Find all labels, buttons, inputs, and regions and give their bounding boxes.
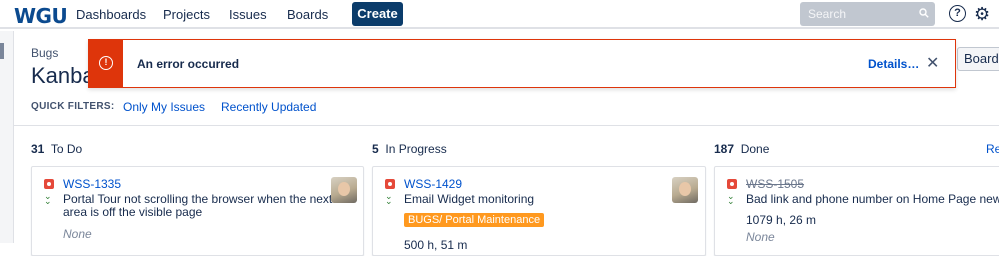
nav-projects[interactable]: Projects xyxy=(163,7,210,22)
estimate: 500 h, 51 m xyxy=(404,238,468,252)
top-nav: WGU Dashboards Projects Issues Boards Cr… xyxy=(0,0,999,29)
priority-low-icon: ⌄ ⌄ xyxy=(44,191,52,206)
nav-issues[interactable]: Issues xyxy=(229,7,267,22)
board-menu-button[interactable]: Board xyxy=(957,47,999,71)
column-header-todo: 31 To Do xyxy=(31,142,82,156)
logo[interactable]: WGU xyxy=(14,4,68,28)
issue-summary: Bad link and phone number on Home Page n… xyxy=(746,192,999,206)
quick-filters-label: QUICK FILTERS: xyxy=(31,101,115,112)
summary-line: area is off the visible page xyxy=(63,205,203,219)
column-count: 5 xyxy=(372,142,379,156)
error-flag-bar: ! xyxy=(89,40,123,87)
gear-icon[interactable]: ⚙ xyxy=(974,4,990,25)
estimate: 1079 h, 26 m xyxy=(746,213,817,227)
bug-icon xyxy=(385,179,395,189)
column-name: To Do xyxy=(50,142,83,156)
search-input[interactable] xyxy=(800,2,935,26)
issue-key[interactable]: WSS-1335 xyxy=(63,177,121,191)
column-name: Done xyxy=(740,142,770,156)
epic-label[interactable]: BUGS/ Portal Maintenance xyxy=(404,213,545,227)
issue-summary: Email Widget monitoring xyxy=(404,192,535,206)
issue-key[interactable]: WSS-1505 xyxy=(746,177,804,191)
close-icon[interactable]: ✕ xyxy=(926,53,939,73)
avatar[interactable] xyxy=(672,177,698,203)
avatar[interactable] xyxy=(331,177,357,203)
column-header-in-progress: 5 In Progress xyxy=(372,142,447,156)
search-icon[interactable] xyxy=(919,8,929,18)
sidebar-handle[interactable] xyxy=(0,43,4,59)
error-icon: ! xyxy=(99,56,113,70)
help-icon[interactable]: ? xyxy=(949,5,966,22)
priority-low-icon: ⌄ ⌄ xyxy=(385,191,393,206)
error-details-link[interactable]: Details… xyxy=(868,57,919,71)
quick-filter-recently-updated[interactable]: Recently Updated xyxy=(221,100,316,114)
nav-boards[interactable]: Boards xyxy=(287,7,328,22)
bug-icon xyxy=(727,179,737,189)
priority-low-icon: ⌄ ⌄ xyxy=(727,191,735,206)
column-name: In Progress xyxy=(385,142,447,156)
nav-dashboards[interactable]: Dashboards xyxy=(76,7,146,22)
error-flag: ! An error occurred Details… ✕ xyxy=(88,39,956,88)
divider xyxy=(14,125,999,126)
column-header-done: 187 Done xyxy=(714,142,769,156)
release-link[interactable]: Re xyxy=(986,142,999,156)
create-button[interactable]: Create xyxy=(352,2,403,26)
breadcrumb[interactable]: Bugs xyxy=(31,46,58,60)
column-count: 31 xyxy=(31,142,45,156)
quick-filter-my-issues[interactable]: Only My Issues xyxy=(123,100,205,114)
column-count: 187 xyxy=(714,142,735,156)
estimate-none: None xyxy=(746,230,775,244)
search-box[interactable] xyxy=(800,2,935,26)
bug-icon xyxy=(44,179,54,189)
sidebar-collapsed[interactable] xyxy=(0,31,14,243)
issue-key[interactable]: WSS-1429 xyxy=(404,177,462,191)
issue-summary: Portal Tour not scrolling the browser wh… xyxy=(63,193,332,219)
estimate-none: None xyxy=(63,227,92,241)
error-message: An error occurred xyxy=(137,57,240,71)
